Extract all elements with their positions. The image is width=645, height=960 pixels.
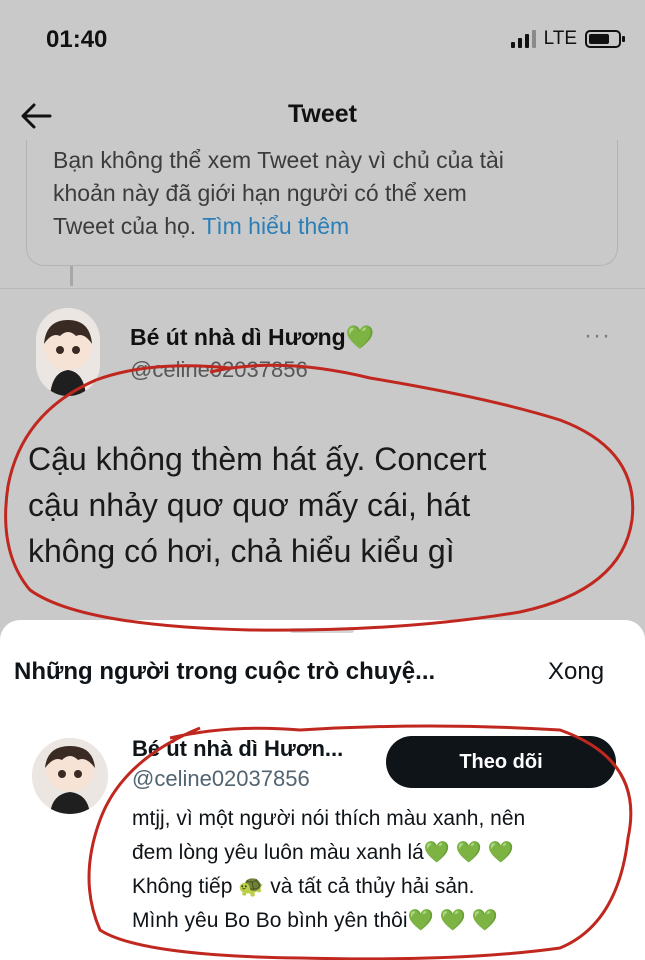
notice-line: khoản này đã giới hạn người có thể xem — [53, 180, 467, 206]
participant-bio: mtjj, vì một người nói thích màu xanh, n… — [132, 802, 632, 938]
thread-connector — [70, 266, 73, 286]
tweet-text-line: cậu nhảy quơ quơ mấy cái, hát — [28, 487, 471, 523]
avatar-illustration-icon — [36, 308, 100, 396]
divider — [0, 288, 645, 289]
bio-line: Mình yêu Bo Bo bình yên thôi💚 💚 💚 — [132, 909, 498, 932]
participant-name[interactable]: Bé út nhà dì Hươn... — [132, 736, 343, 762]
tweet-text-line: không có hơi, chả hiểu kiểu gì — [28, 533, 455, 569]
author-name[interactable]: Bé út nhà dì Hương💚 — [130, 324, 374, 351]
avatar[interactable] — [32, 738, 108, 814]
status-bar: 01:40 LTE — [0, 0, 645, 80]
battery-icon — [585, 30, 625, 48]
top-nav: Tweet — [0, 88, 645, 144]
network-label: LTE — [543, 28, 577, 49]
avatar[interactable] — [36, 308, 100, 396]
notice-line: Bạn không thể xem Tweet này vì chủ của t… — [53, 147, 504, 173]
learn-more-link[interactable]: Tìm hiểu thêm — [202, 213, 349, 239]
more-options-icon[interactable]: ··· — [584, 322, 611, 350]
sheet-title: Những người trong cuộc trò chuyệ... — [14, 658, 436, 685]
participant-handle[interactable]: @celine02037856 — [132, 766, 310, 792]
bio-line: Không tiếp 🐢 và tất cả thủy hải sản. — [132, 875, 475, 898]
sheet-handle[interactable] — [290, 628, 354, 633]
done-button[interactable]: Xong — [548, 658, 604, 686]
author-handle[interactable]: @celine02037856 — [130, 357, 308, 383]
notice-line: Tweet của họ. Tìm hiểu thêm — [53, 210, 591, 243]
status-indicators: LTE — [510, 28, 625, 50]
follow-button[interactable]: Theo dõi — [386, 736, 616, 788]
tweet-text-line: Cậu không thèm hát ấy. Concert — [28, 441, 487, 477]
restricted-tweet-notice: Bạn không thể xem Tweet này vì chủ của t… — [26, 140, 618, 266]
bio-line: mtjj, vì một người nói thích màu xanh, n… — [132, 807, 526, 830]
signal-icon — [510, 30, 536, 48]
notice-text: Tweet của họ. — [53, 213, 203, 239]
bio-line: đem lòng yêu luôn màu xanh lá💚 💚 💚 — [132, 841, 514, 864]
tweet-text: Cậu không thèm hát ấy. Concert cậu nhảy … — [28, 436, 618, 574]
page-title: Tweet — [288, 100, 357, 128]
status-time: 01:40 — [46, 26, 108, 53]
avatar-illustration-icon — [32, 738, 108, 814]
